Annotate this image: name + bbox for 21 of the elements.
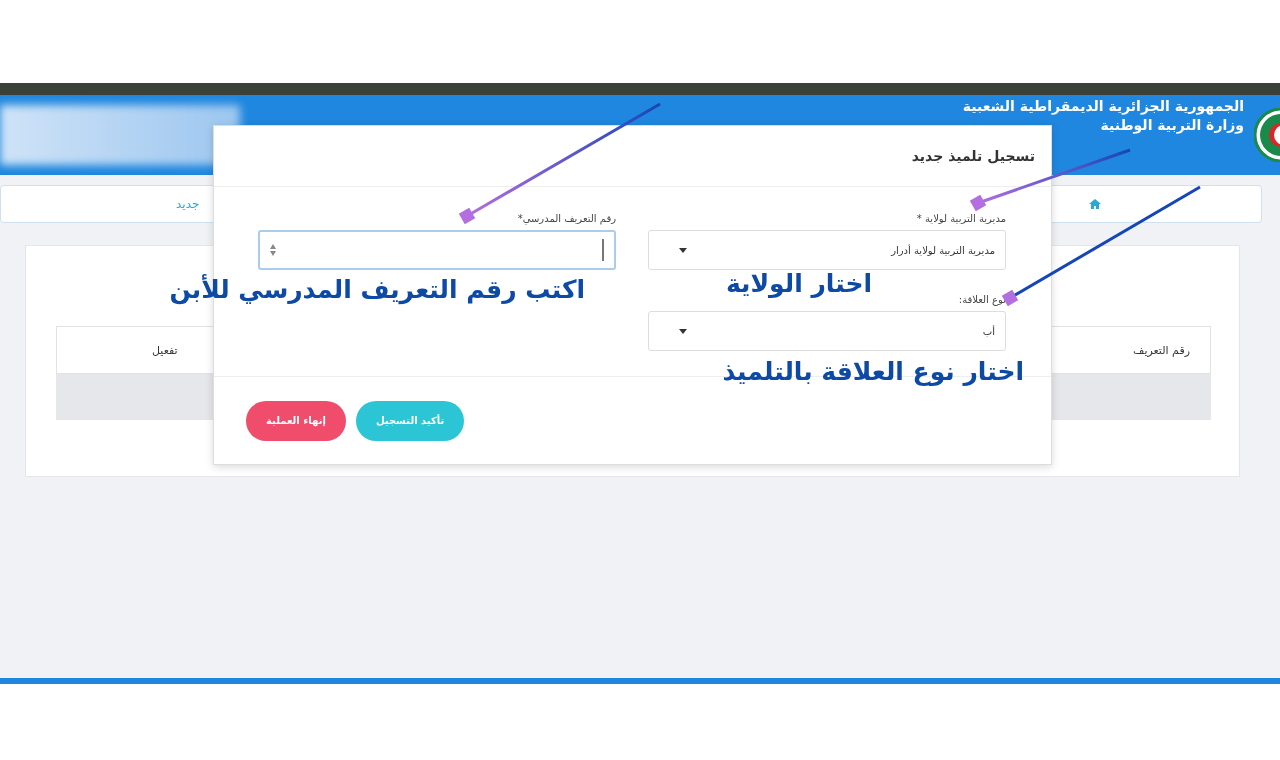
field-label: مديرية التربية لولاية * [916, 213, 1006, 224]
annotation-label: اختار نوع العلاقة بالتلميذ [722, 357, 1024, 386]
column-header[interactable]: تفعيل [152, 343, 178, 357]
home-icon[interactable] [1089, 198, 1101, 210]
header-subtitle: وزارة التربية الوطنية [1099, 117, 1244, 133]
header-title: الجمهورية الجزائرية الديمقراطية الشعبية [962, 98, 1244, 114]
cancel-button[interactable]: إنهاء العملية [246, 400, 346, 441]
field-label: نوع العلاقة: [958, 294, 1006, 305]
field-label: رقم التعريف المدرسي* [517, 213, 616, 224]
annotation-label: اختار الولاية [725, 269, 872, 298]
caret-icon [679, 247, 687, 253]
spinner-icon[interactable] [270, 243, 276, 257]
number-input-field[interactable] [258, 230, 616, 270]
dropdown-value: أب [982, 325, 995, 337]
dropdown[interactable]: مديرية التربية لولاية أدرار [648, 230, 1006, 270]
dropdown-value: مديرية التربية لولاية أدرار [891, 244, 995, 256]
column-header[interactable]: رقم التعريف [1133, 343, 1190, 357]
dropdown[interactable]: أب [648, 311, 1006, 351]
caret-icon [679, 328, 687, 334]
annotation-label: اكتب رقم التعريف المدرسي للأبن [169, 275, 585, 304]
dialog-title: تسجيل تلميذ جديد [911, 148, 1035, 164]
